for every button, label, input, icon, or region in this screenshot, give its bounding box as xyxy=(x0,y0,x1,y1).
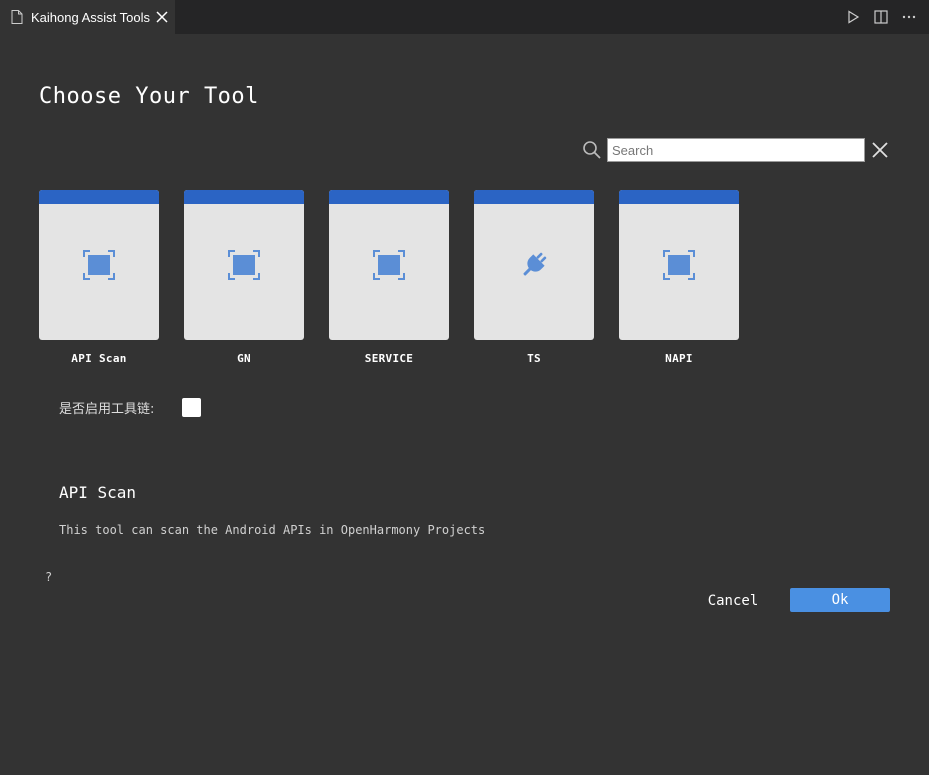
scan-icon xyxy=(373,250,405,280)
tool-card-gn[interactable]: GN xyxy=(184,190,304,365)
tool-card-body xyxy=(619,190,739,340)
scan-icon xyxy=(83,250,115,280)
tool-description-text: This tool can scan the Android APIs in O… xyxy=(59,523,486,537)
search-icon[interactable] xyxy=(582,140,602,160)
tool-card-napi[interactable]: NAPI xyxy=(619,190,739,365)
plug-icon xyxy=(518,250,550,280)
clear-search-icon[interactable] xyxy=(870,140,890,160)
scan-icon xyxy=(228,250,260,280)
tool-card-body xyxy=(184,190,304,340)
tool-card-ts[interactable]: TS xyxy=(474,190,594,365)
tool-card-label: TS xyxy=(527,352,541,365)
card-header-bar xyxy=(184,190,304,204)
card-header-bar xyxy=(619,190,739,204)
toolchain-label: 是否启用工具链: xyxy=(59,402,155,417)
card-header-bar xyxy=(474,190,594,204)
ok-button[interactable]: Ok xyxy=(790,588,890,612)
tool-card-body xyxy=(329,190,449,340)
tab-kaihong-assist-tools[interactable]: Kaihong Assist Tools xyxy=(0,0,175,34)
tool-cards: API Scan GN SERVICE TS NAPI xyxy=(39,190,739,365)
tool-card-label: SERVICE xyxy=(364,352,414,365)
tool-description-title: API Scan xyxy=(59,483,137,502)
cancel-button[interactable]: Cancel xyxy=(700,590,766,612)
close-icon[interactable] xyxy=(155,10,169,24)
tool-card-label: GN xyxy=(237,352,251,365)
search-input[interactable] xyxy=(607,138,865,162)
card-header-bar xyxy=(329,190,449,204)
editor-actions xyxy=(845,9,917,25)
help-link[interactable]: ? xyxy=(45,570,52,584)
scan-icon xyxy=(663,250,695,280)
page-title: Choose Your Tool xyxy=(39,84,259,109)
split-editor-icon[interactable] xyxy=(873,9,889,25)
tool-card-service[interactable]: SERVICE xyxy=(329,190,449,365)
tool-card-label: NAPI xyxy=(665,352,693,365)
card-header-bar xyxy=(39,190,159,204)
run-icon[interactable] xyxy=(845,9,861,25)
more-icon[interactable] xyxy=(901,9,917,25)
tool-card-api-scan[interactable]: API Scan xyxy=(39,190,159,365)
toolchain-checkbox[interactable] xyxy=(182,398,201,417)
tool-card-body xyxy=(474,190,594,340)
tab-title: Kaihong Assist Tools xyxy=(31,9,150,25)
tool-card-label: API Scan xyxy=(71,352,127,365)
tab-bar: Kaihong Assist Tools xyxy=(0,0,929,34)
file-icon xyxy=(11,10,23,24)
tool-card-body xyxy=(39,190,159,340)
